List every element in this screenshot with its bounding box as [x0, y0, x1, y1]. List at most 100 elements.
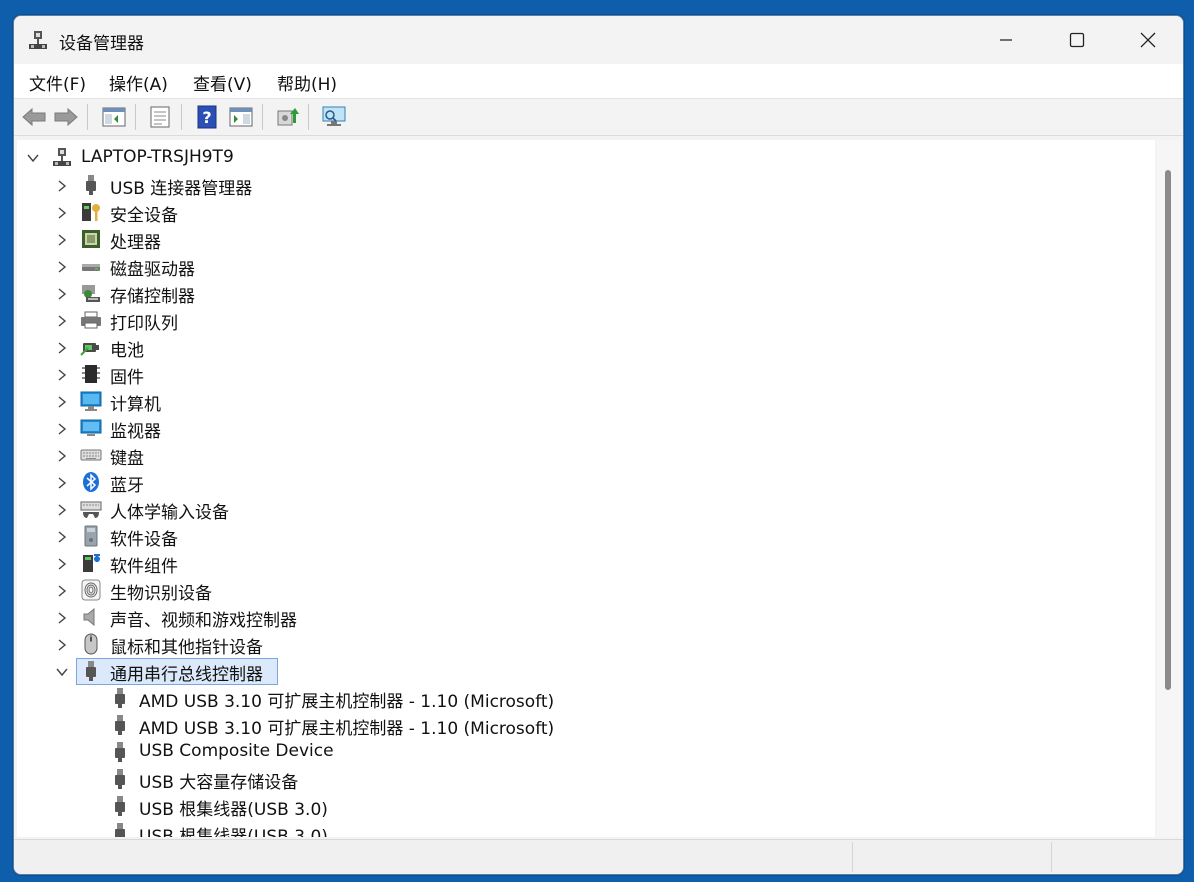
category-label[interactable]: 软件组件 — [110, 552, 178, 577]
vertical-scrollbar[interactable] — [1157, 140, 1181, 837]
printer-icon — [81, 311, 101, 329]
chevron-right-icon[interactable] — [55, 368, 69, 382]
chevron-right-icon[interactable] — [55, 179, 69, 193]
show-hide-tree-button[interactable] — [100, 103, 128, 131]
speaker-icon — [83, 607, 95, 627]
chevron-right-icon[interactable] — [55, 476, 69, 490]
close-icon — [1140, 32, 1156, 48]
back-button[interactable] — [20, 103, 48, 131]
category-label[interactable]: 人体学输入设备 — [110, 498, 229, 523]
usb-device-label[interactable]: USB 根集线器(USB 3.0) — [139, 822, 328, 837]
category-label[interactable]: 通用串行总线控制器 — [110, 660, 263, 685]
category-label[interactable]: 键盘 — [110, 444, 144, 469]
chevron-right-icon[interactable] — [55, 233, 69, 247]
chevron-right-icon[interactable] — [55, 584, 69, 598]
category-label[interactable]: 鼠标和其他指针设备 — [110, 633, 263, 658]
usb-device-icon — [115, 769, 125, 789]
chevron-right-icon[interactable] — [55, 611, 69, 625]
toolbar-separator — [181, 104, 182, 130]
menu-action[interactable]: 操作(A) — [109, 70, 168, 95]
usb-device-label[interactable]: USB 大容量存储设备 — [139, 768, 298, 793]
action-pane-icon — [229, 107, 253, 127]
device-manager-icon — [29, 31, 47, 49]
scan-hardware-icon — [322, 106, 346, 126]
usb-device-label[interactable]: USB Composite Device — [139, 741, 334, 761]
hid-icon — [80, 501, 102, 518]
chevron-down-icon[interactable] — [26, 151, 40, 165]
tree-root-label[interactable]: LAPTOP-TRSJH9T9 — [81, 147, 234, 167]
chevron-right-icon[interactable] — [55, 530, 69, 544]
device-manager-window: 设备管理器 文件(F) 操作(A) 查看(V) 帮助(H) ? LAPTOP-T… — [13, 15, 1184, 875]
usb-device-icon — [115, 823, 125, 837]
software-component-icon — [83, 554, 100, 572]
help-button[interactable]: ? — [193, 103, 221, 131]
toolbar-separator — [87, 104, 88, 130]
chevron-right-icon[interactable] — [55, 287, 69, 301]
update-driver-button[interactable] — [273, 103, 301, 131]
monitor-icon — [80, 419, 102, 436]
maximize-icon — [1069, 32, 1085, 48]
mouse-icon — [84, 633, 98, 655]
toolbar-separator — [262, 104, 263, 130]
properties-button[interactable] — [146, 103, 174, 131]
category-label[interactable]: 存储控制器 — [110, 282, 195, 307]
chevron-right-icon[interactable] — [55, 260, 69, 274]
toolbar-separator — [135, 104, 136, 130]
minimize-icon — [1000, 39, 1012, 41]
category-label[interactable]: 蓝牙 — [110, 471, 144, 496]
firmware-icon — [82, 365, 100, 383]
storage-controller-icon — [82, 285, 100, 302]
software-device-icon — [84, 525, 98, 547]
close-button[interactable] — [1112, 16, 1183, 64]
chevron-right-icon[interactable] — [55, 395, 69, 409]
device-tree[interactable]: LAPTOP-TRSJH9T9 USB 连接器管理器 安全设备 处理器 磁盘驱动… — [17, 140, 1155, 837]
chevron-right-icon[interactable] — [55, 638, 69, 652]
menu-help[interactable]: 帮助(H) — [277, 70, 337, 95]
category-label[interactable]: 软件设备 — [110, 525, 178, 550]
properties-icon — [150, 106, 170, 128]
menu-bar: 文件(F) 操作(A) 查看(V) 帮助(H) — [14, 64, 1183, 99]
category-label[interactable]: 安全设备 — [110, 201, 178, 226]
action-pane-button[interactable] — [227, 103, 255, 131]
window-title: 设备管理器 — [59, 34, 144, 54]
chevron-right-icon[interactable] — [55, 341, 69, 355]
category-label[interactable]: 处理器 — [110, 228, 161, 253]
chevron-right-icon[interactable] — [55, 206, 69, 220]
computer-root-icon — [53, 148, 71, 166]
maximize-button[interactable] — [1041, 16, 1113, 64]
forward-button[interactable] — [52, 103, 80, 131]
status-divider — [852, 842, 853, 872]
chevron-right-icon[interactable] — [55, 557, 69, 571]
category-label[interactable]: 电池 — [110, 336, 144, 361]
category-label[interactable]: USB 连接器管理器 — [110, 174, 252, 199]
chevron-right-icon[interactable] — [55, 503, 69, 517]
category-label[interactable]: 声音、视频和游戏控制器 — [110, 606, 297, 631]
usb-device-icon — [115, 742, 125, 762]
category-label[interactable]: 磁盘驱动器 — [110, 255, 195, 280]
category-label[interactable]: 计算机 — [110, 390, 161, 415]
forward-arrow-icon — [54, 107, 78, 127]
category-label[interactable]: 打印队列 — [110, 309, 178, 334]
usb-device-label[interactable]: AMD USB 3.10 可扩展主机控制器 - 1.10 (Microsoft) — [139, 687, 554, 712]
chevron-right-icon[interactable] — [55, 314, 69, 328]
usb-device-label[interactable]: USB 根集线器(USB 3.0) — [139, 795, 328, 820]
minimize-button[interactable] — [970, 16, 1042, 64]
scan-hardware-button[interactable] — [320, 103, 348, 131]
chevron-right-icon[interactable] — [55, 449, 69, 463]
usb-connector-icon — [86, 175, 96, 195]
usb-device-label[interactable]: AMD USB 3.10 可扩展主机控制器 - 1.10 (Microsoft) — [139, 714, 554, 739]
title-bar: 设备管理器 — [14, 16, 1183, 64]
menu-file[interactable]: 文件(F) — [29, 70, 86, 95]
usb-device-icon — [115, 688, 125, 708]
category-label[interactable]: 生物识别设备 — [110, 579, 212, 604]
category-label[interactable]: 监视器 — [110, 417, 161, 442]
usb-device-icon — [115, 715, 125, 735]
bluetooth-icon — [83, 472, 99, 492]
scrollbar-thumb[interactable] — [1165, 170, 1171, 690]
chevron-right-icon[interactable] — [55, 422, 69, 436]
chevron-down-icon[interactable] — [55, 665, 69, 679]
menu-view[interactable]: 查看(V) — [193, 70, 252, 95]
update-driver-icon — [277, 108, 299, 126]
back-arrow-icon — [22, 107, 46, 127]
category-label[interactable]: 固件 — [110, 363, 144, 388]
